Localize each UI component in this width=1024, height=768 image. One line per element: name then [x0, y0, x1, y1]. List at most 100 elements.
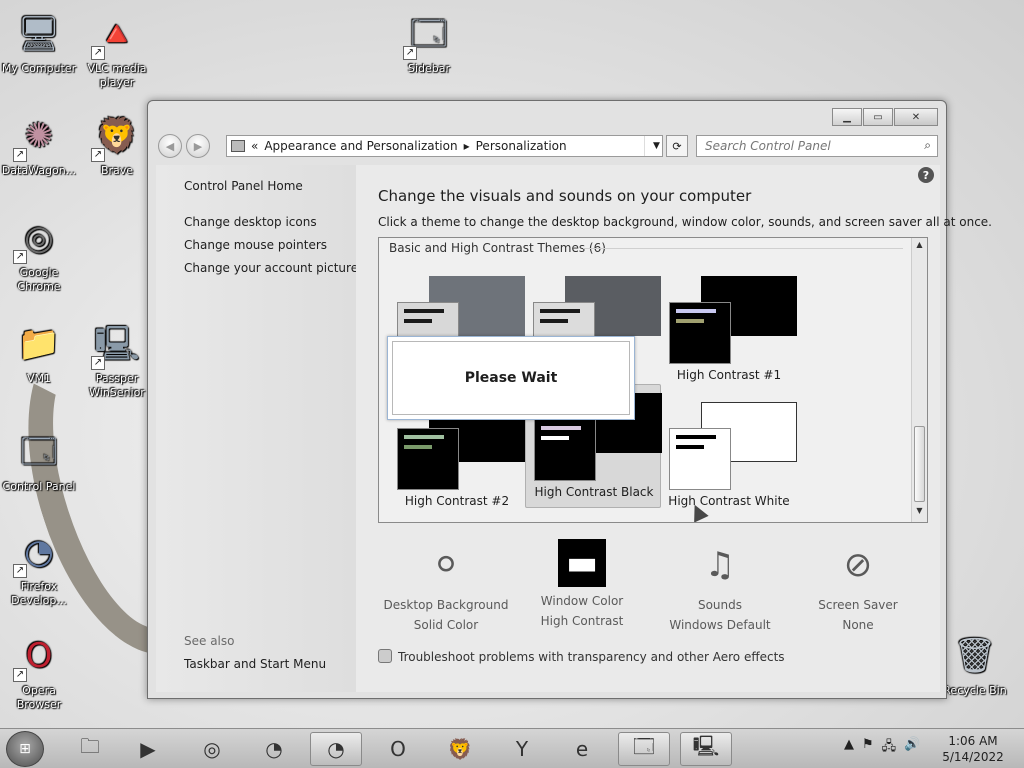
- preview-text-bar: [404, 445, 432, 449]
- setting-title[interactable]: Window Color: [512, 591, 652, 611]
- taskbar-start-menu-link[interactable]: Taskbar and Start Menu: [184, 657, 326, 671]
- back-button[interactable]: ◀: [158, 134, 182, 158]
- yandex-icon: Y: [515, 737, 529, 761]
- setting-title[interactable]: Desktop Background: [376, 595, 516, 615]
- shortcut-arrow-icon: ↗: [91, 148, 105, 162]
- help-button[interactable]: ?: [918, 167, 934, 183]
- desktop-icon-google-chrome[interactable]: ◎ ↗ Google Chrome: [0, 214, 78, 294]
- control-panel-icon: 🗔: [633, 734, 655, 758]
- setting-title[interactable]: Sounds: [650, 595, 790, 615]
- volume-icon[interactable]: 🔊: [904, 737, 920, 759]
- window-color-setting[interactable]: ▬ Window Color High Contrast: [512, 539, 652, 631]
- minimize-button[interactable]: ▁: [832, 108, 862, 126]
- setting-value[interactable]: Solid Color: [376, 615, 516, 635]
- shortcut-arrow-icon: ↗: [91, 356, 105, 370]
- desktop-icon-vm1[interactable]: 📁 VM1: [0, 320, 78, 386]
- desktop-icon-label: DataWagon...: [1, 164, 77, 177]
- maximize-button[interactable]: ▭: [863, 108, 893, 126]
- start-button[interactable]: ⊞: [6, 731, 44, 767]
- change-account-picture-link[interactable]: Change your account picture: [184, 261, 358, 275]
- show-hidden-icons-icon[interactable]: ▲: [844, 737, 854, 759]
- change-desktop-icons-link[interactable]: Change desktop icons: [184, 215, 317, 229]
- desktop-icon-opera[interactable]: O ↗ Opera Browser: [0, 632, 78, 712]
- datawagon-icon: ✺ ↗: [13, 112, 63, 162]
- forward-button[interactable]: ▶: [186, 134, 210, 158]
- breadcrumb-appearance[interactable]: Appearance and Personalization: [264, 139, 457, 153]
- theme-thumbnail[interactable]: High Contrast #1: [661, 268, 797, 392]
- troubleshoot-text[interactable]: Troubleshoot problems with transparency …: [398, 650, 785, 664]
- clock[interactable]: 1:06 AM 5/14/2022: [935, 733, 1011, 765]
- taskbar-brave-button[interactable]: 🦁: [434, 732, 486, 766]
- search-icon[interactable]: ⌕: [924, 138, 931, 153]
- address-bar[interactable]: « Appearance and Personalization ▸ Perso…: [226, 135, 663, 157]
- taskbar-media-player-button[interactable]: ▶: [122, 732, 174, 766]
- screen-saver-setting[interactable]: ⊘ Screen Saver None: [788, 539, 928, 635]
- troubleshoot-link[interactable]: Troubleshoot problems with transparency …: [378, 649, 785, 664]
- left-task-pane: Control Panel Home Change desktop icons …: [156, 165, 358, 692]
- sounds-icon: ♫: [704, 545, 736, 585]
- preview-title-bar: [540, 309, 580, 313]
- change-mouse-pointers-link[interactable]: Change mouse pointers: [184, 238, 327, 252]
- close-button[interactable]: ✕: [894, 108, 938, 126]
- taskbar-yandex-button[interactable]: Y: [496, 732, 548, 766]
- desktop-icon-recycle-bin[interactable]: 🗑 Recycle Bin: [936, 632, 1014, 698]
- refresh-button[interactable]: ⟳: [666, 135, 688, 157]
- setting-value[interactable]: High Contrast: [512, 611, 652, 631]
- scrollbar-thumb[interactable]: [914, 426, 925, 502]
- theme-group-header[interactable]: Basic and High Contrast Themes (6): [389, 241, 606, 255]
- themes-scrollbar[interactable]: ▲ ▼: [911, 238, 927, 522]
- back-arrow-icon: ◀: [165, 139, 175, 153]
- desktop-icon-sidebar[interactable]: 🗔 ↗ Sidebar: [390, 10, 468, 76]
- vlc-icon: 🔺 ↗: [91, 10, 141, 60]
- setting-value[interactable]: None: [788, 615, 928, 635]
- taskbar: ⊞ 🗀 ▶ ◎ ◔ ◔ O 🦁 Ye 🗔 🖳 ▲ ⚑ 🖧 🔊 1:06 AM 5/14/2022: [0, 728, 1024, 768]
- scroll-down-icon[interactable]: ▼: [912, 506, 927, 520]
- theme-thumbnail[interactable]: High Contrast White: [661, 394, 797, 518]
- page-description: Click a theme to change the desktop back…: [378, 215, 992, 229]
- desktop-icon-firefox-developer[interactable]: ◔ ↗ Firefox Develop...: [0, 528, 78, 608]
- shortcut-arrow-icon: ↗: [13, 668, 27, 682]
- address-dropdown-button[interactable]: ▼: [644, 136, 662, 156]
- desktop-icon-label: Opera Browser: [16, 684, 62, 711]
- see-also-heading: See also: [184, 634, 235, 648]
- taskbar-internet-explorer-button[interactable]: e: [556, 732, 608, 766]
- clock-time: 1:06 AM: [948, 734, 998, 748]
- desktop-background-setting[interactable]: ⚪ Desktop Background Solid Color: [376, 539, 516, 635]
- recycle-bin-icon: 🗑: [953, 636, 997, 676]
- taskbar-file-explorer-button[interactable]: 🗀: [64, 732, 116, 766]
- preview-text-bar: [404, 319, 432, 323]
- my-computer-icon: 🖥: [17, 14, 61, 54]
- breadcrumb-chevrons[interactable]: «: [251, 139, 258, 153]
- breadcrumb-separator-icon[interactable]: ▸: [464, 139, 470, 153]
- setting-value[interactable]: Windows Default: [650, 615, 790, 635]
- sounds-setting[interactable]: ♫ Sounds Windows Default: [650, 539, 790, 635]
- desktop-icon-vlc[interactable]: 🔺 ↗ VLC media player: [78, 10, 156, 90]
- control-panel-small-icon: [231, 140, 245, 152]
- setting-title[interactable]: Screen Saver: [788, 595, 928, 615]
- theme-label: High Contrast #1: [676, 368, 782, 382]
- desktop-icon-label: VLC media player: [87, 62, 147, 89]
- action-center-flag-icon[interactable]: ⚑: [862, 737, 874, 759]
- desktop-icon-datawagon[interactable]: ✺ ↗ DataWagon...: [0, 112, 78, 178]
- taskbar-control-panel-button[interactable]: 🗔: [618, 732, 670, 766]
- taskbar-firefox-button[interactable]: ◔: [248, 732, 300, 766]
- control-panel-home-link[interactable]: Control Panel Home: [184, 179, 303, 193]
- scroll-up-icon[interactable]: ▲: [912, 240, 927, 254]
- network-icon[interactable]: 🖧: [882, 737, 897, 759]
- desktop-icon-passper-winsenior[interactable]: 🖳 ↗ Passper WinSenior: [78, 320, 156, 400]
- taskbar-opera-button[interactable]: O: [372, 732, 424, 766]
- firefox-developer-icon: ◔ ↗: [13, 528, 63, 578]
- desktop-icon-control-panel[interactable]: 🗔 Control Panel: [0, 428, 78, 494]
- theme-label: High Contrast #2: [404, 494, 510, 508]
- brave-icon: 🦁 ↗: [91, 112, 141, 162]
- desktop-icon-my-computer[interactable]: 🖥 My Computer: [0, 10, 78, 76]
- chrome-icon: ◎: [203, 737, 221, 761]
- system-tray: ▲ ⚑ 🖧 🔊: [844, 737, 920, 759]
- search-input[interactable]: Search Control Panel ⌕: [696, 135, 938, 157]
- please-wait-text: Please Wait: [392, 341, 630, 415]
- desktop-icon-brave[interactable]: 🦁 ↗ Brave: [78, 112, 156, 178]
- taskbar-passper-button[interactable]: 🖳: [680, 732, 732, 766]
- taskbar-chrome-button[interactable]: ◎: [186, 732, 238, 766]
- breadcrumb-personalization[interactable]: Personalization: [476, 139, 567, 153]
- taskbar-firefox-developer-button[interactable]: ◔: [310, 732, 362, 766]
